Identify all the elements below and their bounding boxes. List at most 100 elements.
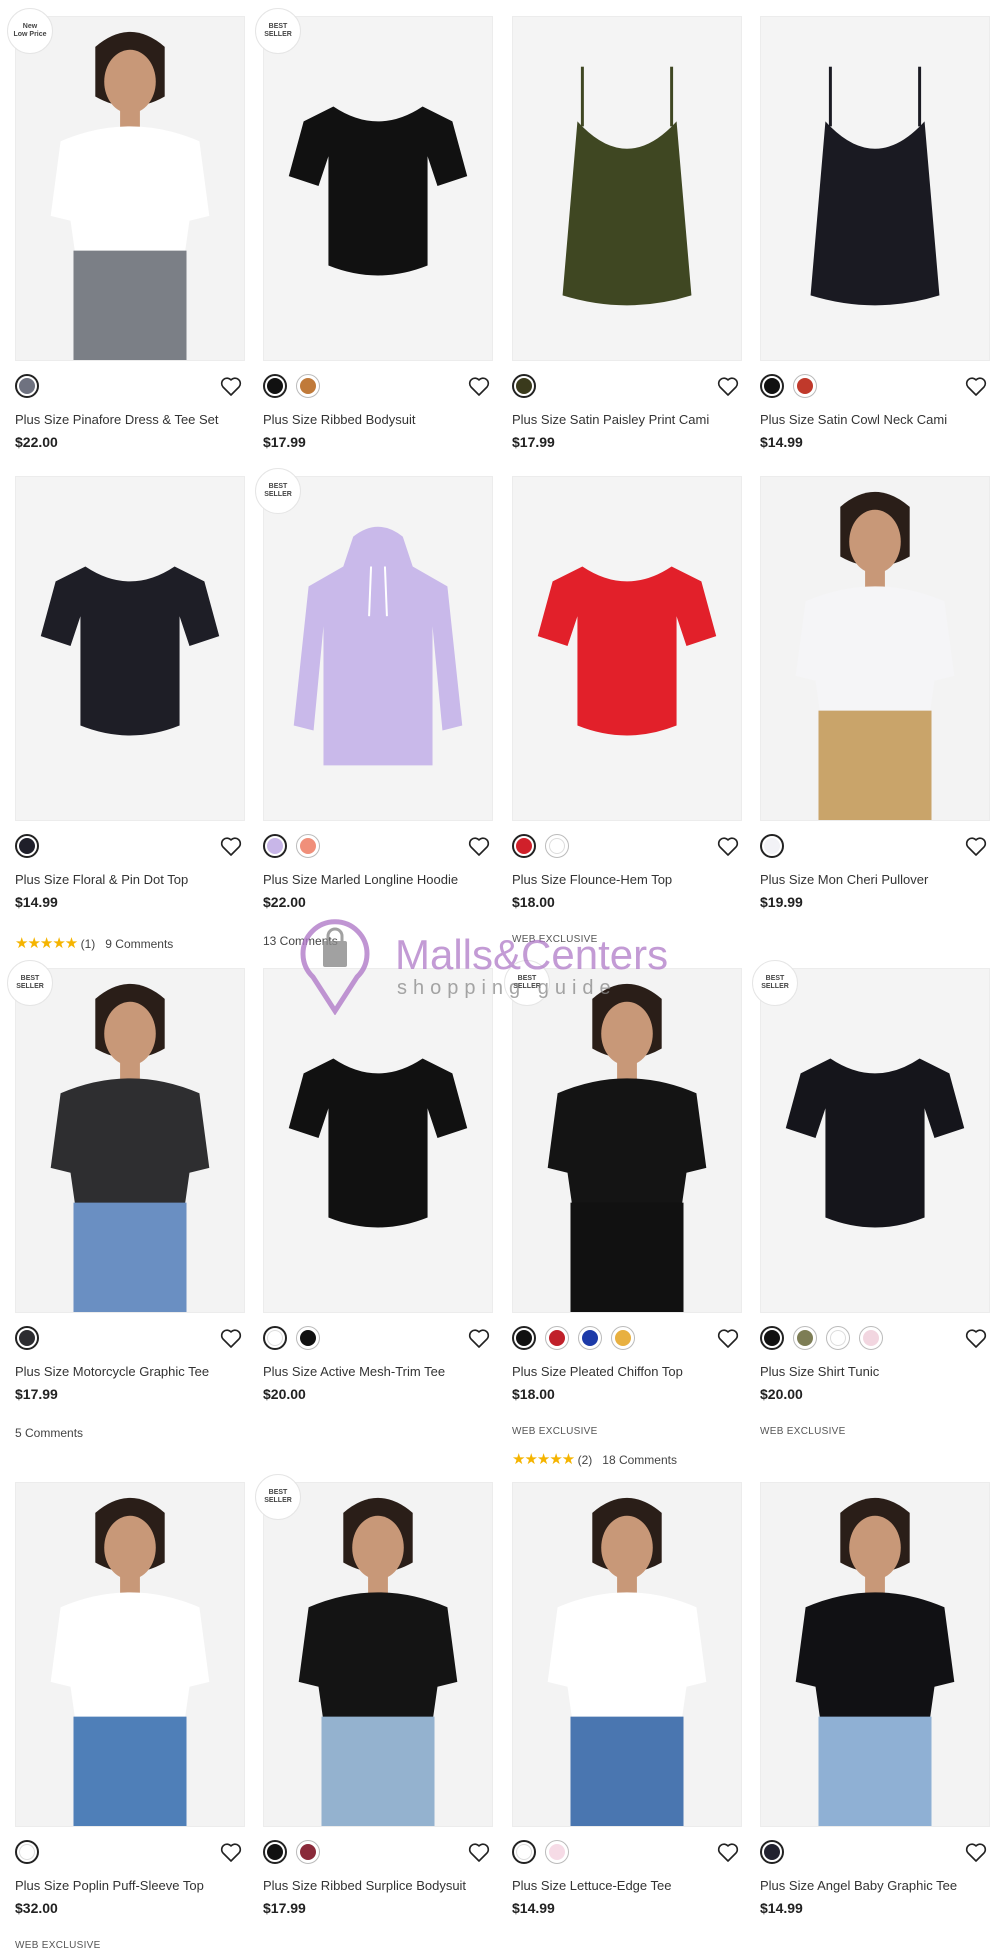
wishlist-heart-icon[interactable]	[467, 1326, 491, 1350]
product-card[interactable]: BEST SELLER Plus Size Marled Longline Hoo…	[255, 468, 493, 948]
color-swatch[interactable]	[545, 834, 569, 858]
color-swatch[interactable]	[263, 1840, 287, 1864]
wishlist-heart-icon[interactable]	[716, 1840, 740, 1864]
product-name[interactable]: Plus Size Satin Paisley Print Cami	[512, 412, 709, 427]
product-name[interactable]: Plus Size Flounce-Hem Top	[512, 872, 672, 887]
product-image[interactable]	[760, 16, 990, 361]
product-card[interactable]: Plus Size Lettuce-Edge Tee $14.99	[512, 1482, 742, 1916]
product-image[interactable]	[760, 968, 990, 1313]
product-image[interactable]	[263, 16, 493, 361]
comments-count[interactable]: 9 Comments	[105, 937, 173, 951]
product-image[interactable]	[15, 476, 245, 821]
wishlist-heart-icon[interactable]	[716, 834, 740, 858]
product-card[interactable]: Plus Size Flounce-Hem Top $18.00 WEB EXCLU…	[512, 476, 742, 945]
wishlist-heart-icon[interactable]	[964, 374, 988, 398]
reviews-summary[interactable]: ★★★★★ (1) 9 Comments	[15, 934, 173, 952]
color-swatch[interactable]	[296, 1840, 320, 1864]
product-name[interactable]: Plus Size Pinafore Dress & Tee Set	[15, 412, 219, 427]
product-card[interactable]: Plus Size Mon Cheri Pullover $19.99	[760, 476, 990, 910]
product-card[interactable]: Plus Size Satin Paisley Print Cami $17.99	[512, 16, 742, 450]
color-swatch[interactable]	[578, 1326, 602, 1350]
product-card[interactable]: BEST SELLER Plus Size Ribbed Bodysuit $17.…	[255, 8, 493, 450]
wishlist-heart-icon[interactable]	[716, 1326, 740, 1350]
color-swatch[interactable]	[15, 834, 39, 858]
color-swatch[interactable]	[263, 1326, 287, 1350]
web-exclusive-label: WEB EXCLUSIVE	[15, 1940, 101, 1951]
product-image[interactable]	[760, 1482, 990, 1827]
color-swatch[interactable]	[15, 374, 39, 398]
wishlist-heart-icon[interactable]	[716, 374, 740, 398]
color-swatch[interactable]	[760, 1326, 784, 1350]
product-card[interactable]: Plus Size Floral & Pin Dot Top $14.99 ★★★★…	[15, 476, 245, 952]
color-swatch[interactable]	[545, 1326, 569, 1350]
wishlist-heart-icon[interactable]	[219, 374, 243, 398]
color-swatch[interactable]	[793, 1326, 817, 1350]
product-card[interactable]: New Low Price Plus Size Pinafore Dress & …	[7, 8, 245, 450]
color-swatch[interactable]	[15, 1326, 39, 1350]
color-swatch[interactable]	[263, 374, 287, 398]
color-swatch[interactable]	[512, 1326, 536, 1350]
color-swatch[interactable]	[760, 834, 784, 858]
wishlist-heart-icon[interactable]	[219, 1840, 243, 1864]
wishlist-heart-icon[interactable]	[219, 834, 243, 858]
product-image[interactable]	[512, 968, 742, 1313]
comments-count[interactable]: 5 Comments	[15, 1426, 83, 1440]
color-swatch[interactable]	[512, 834, 536, 858]
color-swatch[interactable]	[512, 1840, 536, 1864]
product-name[interactable]: Plus Size Ribbed Bodysuit	[263, 412, 415, 427]
product-name[interactable]: Plus Size Poplin Puff-Sleeve Top	[15, 1878, 204, 1893]
product-card[interactable]: Plus Size Angel Baby Graphic Tee $14.99	[760, 1482, 990, 1916]
color-swatch[interactable]	[296, 1326, 320, 1350]
product-name[interactable]: Plus Size Lettuce-Edge Tee	[512, 1878, 671, 1893]
product-image[interactable]	[263, 476, 493, 821]
color-swatch[interactable]	[263, 834, 287, 858]
color-swatch[interactable]	[859, 1326, 883, 1350]
color-swatch[interactable]	[760, 374, 784, 398]
product-card[interactable]: BEST SELLER Plus Size Shirt Tunic $20.00 WE…	[752, 960, 990, 1437]
product-name[interactable]: Plus Size Pleated Chiffon Top	[512, 1364, 683, 1379]
product-image[interactable]	[263, 968, 493, 1313]
product-name[interactable]: Plus Size Ribbed Surplice Bodysuit	[263, 1878, 466, 1893]
product-card[interactable]: Plus Size Active Mesh-Trim Tee $20.00	[263, 968, 493, 1402]
product-name[interactable]: Plus Size Shirt Tunic	[760, 1364, 879, 1379]
color-swatch[interactable]	[793, 374, 817, 398]
product-image[interactable]	[512, 1482, 742, 1827]
wishlist-heart-icon[interactable]	[467, 834, 491, 858]
product-image[interactable]	[15, 16, 245, 361]
wishlist-heart-icon[interactable]	[219, 1326, 243, 1350]
color-swatch[interactable]	[296, 374, 320, 398]
product-name[interactable]: Plus Size Satin Cowl Neck Cami	[760, 412, 947, 427]
color-swatch[interactable]	[512, 374, 536, 398]
wishlist-heart-icon[interactable]	[467, 374, 491, 398]
reviews-summary[interactable]: ★★★★★ (2) 18 Comments	[512, 1450, 677, 1468]
reviews-summary[interactable]: 5 Comments	[15, 1426, 83, 1440]
wishlist-heart-icon[interactable]	[964, 834, 988, 858]
product-name[interactable]: Plus Size Angel Baby Graphic Tee	[760, 1878, 957, 1893]
product-image[interactable]	[15, 1482, 245, 1827]
product-image[interactable]	[15, 968, 245, 1313]
product-image[interactable]	[760, 476, 990, 821]
product-card[interactable]: Plus Size Poplin Puff-Sleeve Top $32.00 WE…	[15, 1482, 245, 1951]
product-image[interactable]	[512, 16, 742, 361]
product-name[interactable]: Plus Size Active Mesh-Trim Tee	[263, 1364, 445, 1379]
product-card[interactable]: Plus Size Satin Cowl Neck Cami $14.99	[760, 16, 990, 450]
color-swatch[interactable]	[760, 1840, 784, 1864]
wishlist-heart-icon[interactable]	[964, 1840, 988, 1864]
product-name[interactable]: Plus Size Marled Longline Hoodie	[263, 872, 458, 887]
color-swatch[interactable]	[545, 1840, 569, 1864]
product-image[interactable]	[512, 476, 742, 821]
product-card[interactable]: BEST SELLER Plus Size Pleated Chiffon Top…	[504, 960, 742, 1468]
product-name[interactable]: Plus Size Mon Cheri Pullover	[760, 872, 928, 887]
color-swatch[interactable]	[611, 1326, 635, 1350]
product-card[interactable]: BEST SELLER Plus Size Motorcycle Graphic …	[7, 960, 245, 1440]
wishlist-heart-icon[interactable]	[964, 1326, 988, 1350]
product-card[interactable]: BEST SELLER Plus Size Ribbed Surplice Bod…	[255, 1474, 493, 1916]
wishlist-heart-icon[interactable]	[467, 1840, 491, 1864]
color-swatch[interactable]	[296, 834, 320, 858]
color-swatch[interactable]	[826, 1326, 850, 1350]
color-swatch[interactable]	[15, 1840, 39, 1864]
product-name[interactable]: Plus Size Floral & Pin Dot Top	[15, 872, 188, 887]
product-name[interactable]: Plus Size Motorcycle Graphic Tee	[15, 1364, 209, 1379]
product-image[interactable]	[263, 1482, 493, 1827]
comments-count[interactable]: 18 Comments	[602, 1453, 677, 1467]
